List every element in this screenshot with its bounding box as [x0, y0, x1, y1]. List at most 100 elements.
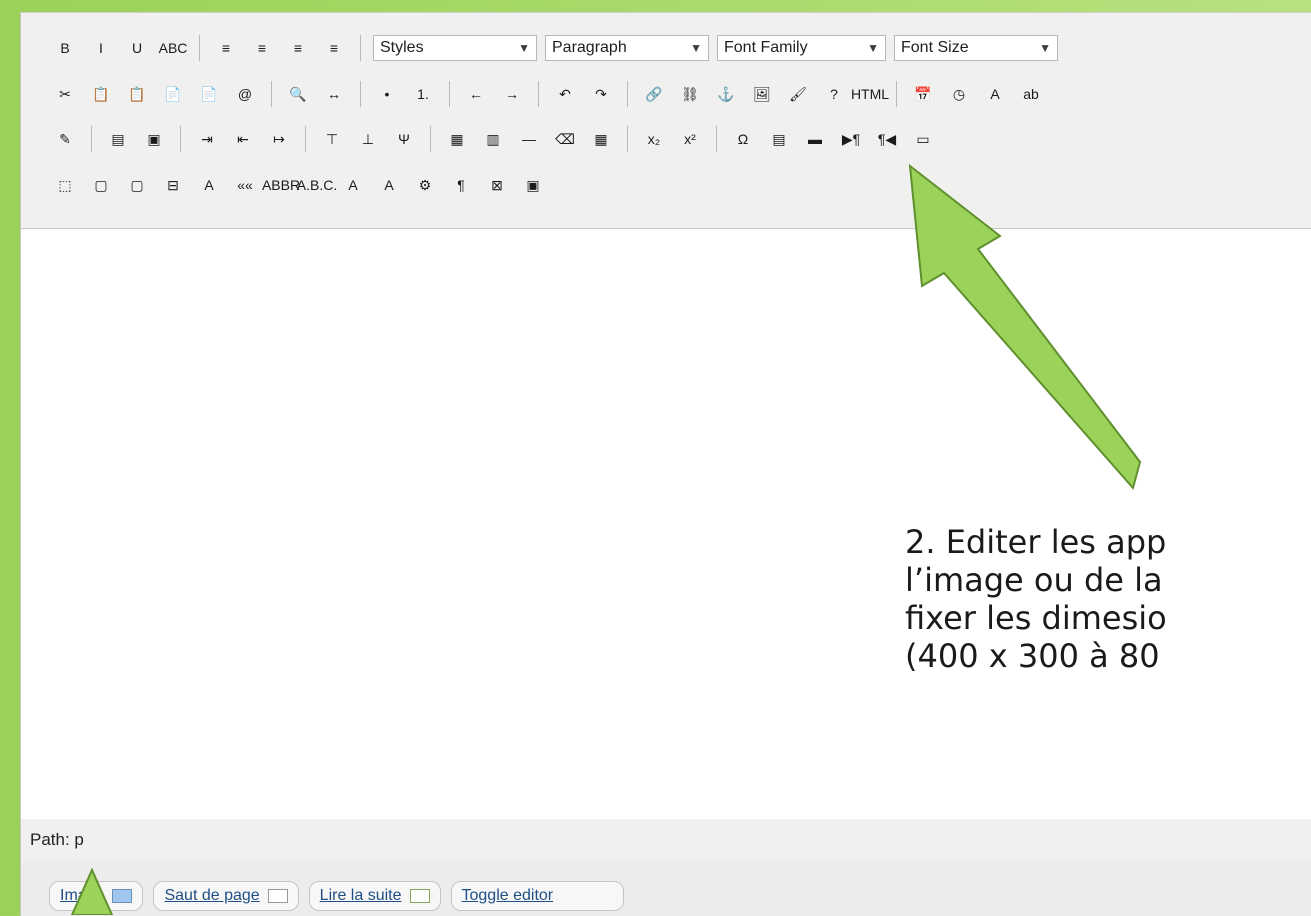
dropdown-arrow-icon: ▼: [518, 41, 530, 55]
toolbar-separator: [180, 126, 181, 152]
status-path: Path: p: [30, 830, 84, 849]
insert-image-label: Image: [60, 887, 105, 904]
undo-icon[interactable]: ↶: [551, 80, 579, 108]
editor-toolbar: B I U ABC ≡ ≡ ≡ ≡ Styles ▼ Paragraph ▼ F…: [21, 13, 1311, 229]
bold-button[interactable]: B: [51, 34, 79, 62]
bullet-list-icon[interactable]: •: [373, 80, 401, 108]
horizontal-rule-icon[interactable]: —: [515, 125, 543, 153]
dropdown-arrow-icon: ▼: [867, 41, 879, 55]
cut-icon[interactable]: ✂: [51, 80, 79, 108]
find-icon[interactable]: 🔍: [284, 80, 312, 108]
attributes-icon[interactable]: ⚙: [411, 171, 439, 199]
remove-format-icon[interactable]: ⌫: [551, 125, 579, 153]
nonbreaking-space-icon[interactable]: ▬: [801, 125, 829, 153]
styles-select[interactable]: Styles ▼: [373, 35, 537, 61]
insert-row-after-icon[interactable]: ⊥: [354, 125, 382, 153]
align-left-button[interactable]: ≡: [212, 34, 240, 62]
insertion-icon[interactable]: A: [339, 171, 367, 199]
acronym-icon[interactable]: A.B.C.: [297, 171, 337, 199]
deletion-icon[interactable]: A: [375, 171, 403, 199]
rtl-icon[interactable]: ¶◀: [873, 125, 901, 153]
split-cells-icon[interactable]: ▦: [443, 125, 471, 153]
superscript-icon[interactable]: x²: [676, 125, 704, 153]
image-icon: [112, 889, 133, 903]
dropdown-arrow-icon: ▼: [690, 41, 702, 55]
toolbar-row-3: ✎ ▤ ▣ ⇥ ⇤ ↦ ⊤ ⊥ Ψ ▦ ▥ — ⌫ ▦ x₂ x² Ω ▤ ▬ …: [51, 121, 937, 157]
styleprops-icon[interactable]: A: [195, 171, 223, 199]
insert-time-icon[interactable]: ◷: [945, 80, 973, 108]
move-backward-icon[interactable]: ▢: [123, 171, 151, 199]
move-forward-icon[interactable]: ▢: [87, 171, 115, 199]
replace-icon[interactable]: ↔: [320, 80, 348, 108]
toolbar-separator: [305, 126, 306, 152]
read-more-button[interactable]: Lire la suite: [308, 881, 441, 911]
merge-cells-icon[interactable]: ▥: [479, 125, 507, 153]
insert-col-before-icon[interactable]: ⇥: [193, 125, 221, 153]
styles-select-label: Styles: [380, 39, 424, 56]
cell-props-icon[interactable]: ▣: [140, 125, 168, 153]
delete-col-icon[interactable]: ↦: [265, 125, 293, 153]
outdent-icon[interactable]: ←: [462, 80, 490, 108]
image-icon[interactable]: 🖼: [748, 80, 776, 108]
copy-icon[interactable]: 📋: [87, 80, 115, 108]
paste-word-icon[interactable]: 📄: [195, 80, 223, 108]
insert-col-after-icon[interactable]: ⇤: [229, 125, 257, 153]
insert-date-icon[interactable]: 📅: [909, 80, 937, 108]
background-color-icon[interactable]: ab: [1017, 80, 1045, 108]
italic-button[interactable]: I: [87, 34, 115, 62]
toolbar-separator: [627, 81, 628, 107]
html-icon[interactable]: HTML: [851, 80, 889, 108]
absolute-position-icon[interactable]: ⊟: [159, 171, 187, 199]
ltr-icon[interactable]: ▶¶: [837, 125, 865, 153]
special-char-icon[interactable]: Ω: [729, 125, 757, 153]
pagebreak-icon[interactable]: ▣: [519, 171, 547, 199]
numbered-list-icon[interactable]: 1.: [409, 80, 437, 108]
edit-icon[interactable]: ✎: [51, 125, 79, 153]
unlink-icon[interactable]: ⛓: [676, 80, 704, 108]
table-icon[interactable]: ▦: [587, 125, 615, 153]
align-right-button[interactable]: ≡: [284, 34, 312, 62]
read-more-label: Lire la suite: [319, 887, 402, 904]
strikethrough-button[interactable]: ABC: [159, 34, 188, 62]
font-family-select[interactable]: Font Family ▼: [717, 35, 886, 61]
page-break-button[interactable]: Saut de page: [153, 881, 299, 911]
template-icon[interactable]: ⊠: [483, 171, 511, 199]
insert-image-button[interactable]: Image: [49, 881, 144, 911]
font-size-select[interactable]: Font Size ▼: [894, 35, 1058, 61]
visual-chars-icon[interactable]: ¶: [447, 171, 475, 199]
insert-row-before-icon[interactable]: ⊤: [318, 125, 346, 153]
link-icon[interactable]: 🔗: [640, 80, 668, 108]
delete-row-icon[interactable]: Ψ: [390, 125, 418, 153]
toolbar-separator: [896, 81, 897, 107]
paragraph-select-label: Paragraph: [552, 39, 627, 56]
instruction-annotation: 2. Editer les app l’image ou de la fixer…: [905, 523, 1167, 675]
redo-icon[interactable]: ↷: [587, 80, 615, 108]
toolbar-separator: [449, 81, 450, 107]
align-center-button[interactable]: ≡: [248, 34, 276, 62]
text-color-icon[interactable]: A: [981, 80, 1009, 108]
toolbar-separator: [538, 81, 539, 107]
toggle-editor-button[interactable]: Toggle editor: [450, 881, 625, 911]
readmore-icon: [409, 889, 430, 903]
help-icon[interactable]: ?: [820, 80, 848, 108]
toolbar-row-1: B I U ABC ≡ ≡ ≡ ≡ Styles ▼ Paragraph ▼ F…: [51, 30, 1058, 66]
subscript-icon[interactable]: x₂: [640, 125, 668, 153]
indent-icon[interactable]: →: [498, 80, 526, 108]
paragraph-select[interactable]: Paragraph ▼: [545, 35, 709, 61]
align-justify-button[interactable]: ≡: [320, 34, 348, 62]
paste-icon[interactable]: 📋: [123, 80, 151, 108]
abbreviation-icon[interactable]: ABBR: [262, 171, 300, 199]
insert-layer-icon[interactable]: ⬚: [51, 171, 79, 199]
page-break-label: Saut de page: [164, 887, 260, 904]
citation-icon[interactable]: ««: [231, 171, 259, 199]
toolbar-separator: [199, 35, 200, 61]
fullscreen-icon[interactable]: ▭: [909, 125, 937, 153]
underline-button[interactable]: U: [123, 34, 151, 62]
table-props-icon[interactable]: ▤: [104, 125, 132, 153]
select-all-icon[interactable]: @: [231, 80, 259, 108]
toolbar-separator: [271, 81, 272, 107]
cleanup-icon[interactable]: 🖌: [784, 80, 812, 108]
paste-text-icon[interactable]: 📄: [159, 80, 187, 108]
anchor-icon[interactable]: ⚓: [712, 80, 740, 108]
media-icon[interactable]: ▤: [765, 125, 793, 153]
